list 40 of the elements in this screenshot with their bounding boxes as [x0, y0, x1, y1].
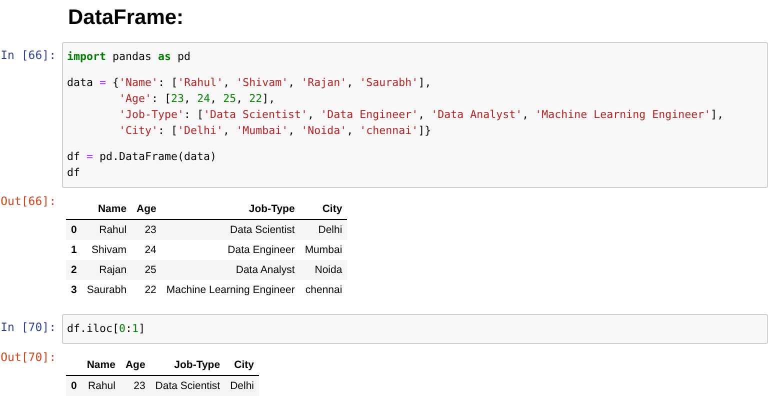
code-line: df = pd.DataFrame(data): [67, 149, 218, 165]
code-cell[interactable]: df.iloc[0:1]: [62, 314, 768, 344]
table-cell: Data Scientist: [161, 220, 300, 240]
table-cell: Data Engineer: [161, 240, 300, 260]
table-cell: Rahul: [82, 220, 132, 240]
table-cell: Noida: [300, 260, 348, 280]
table-cell: Delhi: [300, 220, 348, 240]
code-line: data = {'Name': ['Rahul', 'Shivam', 'Rajan', 'Saurabh'],: [67, 75, 432, 91]
row-index: 0: [66, 220, 82, 240]
code-line: 'Age': [23, 24, 25, 22],: [118, 91, 276, 107]
row-index: 2: [66, 260, 82, 280]
row-index: 1: [66, 240, 82, 260]
row-index: 3: [66, 280, 82, 300]
table-cell: 23: [120, 376, 150, 396]
output-prompt: Out[70]:: [0, 349, 57, 364]
code-line: import pandas as pd: [67, 49, 192, 65]
input-prompt: In [66]:: [0, 47, 57, 62]
table-cell: Delhi: [225, 376, 260, 396]
table-cell: chennai: [300, 280, 348, 300]
table-cell: Shivam: [82, 240, 132, 260]
table-cell: Rahul: [82, 376, 120, 396]
code-line: 'Job-Type': ['Data Scientist', 'Data Engineer', 'Data Analyst', 'Machine Learning Engineer'],: [118, 107, 725, 123]
input-prompt: In [70]:: [0, 319, 57, 334]
table-cell: Data Scientist: [150, 376, 226, 396]
table-cell: Machine Learning Engineer: [161, 280, 300, 300]
table-cell: 24: [132, 240, 162, 260]
row-index: 0: [66, 376, 82, 396]
table-cell: Saurabh: [82, 280, 132, 300]
table-cell: Mumbai: [300, 240, 348, 260]
table-cell: Rajan: [82, 260, 132, 280]
code-line: 'City': ['Delhi', 'Mumbai', 'Noida', 'chennai']}: [118, 123, 432, 139]
section-heading: DataFrame:: [68, 6, 185, 30]
table-cell: 25: [132, 260, 162, 280]
code-cell[interactable]: [62, 42, 768, 188]
table-cell: 22: [132, 280, 162, 300]
table-cell: 23: [132, 220, 162, 240]
output-prompt: Out[66]:: [0, 193, 57, 208]
code-line: df.iloc[0:1]: [67, 321, 146, 337]
table-cell: Data Analyst: [161, 260, 300, 280]
code-line: df: [67, 165, 82, 181]
